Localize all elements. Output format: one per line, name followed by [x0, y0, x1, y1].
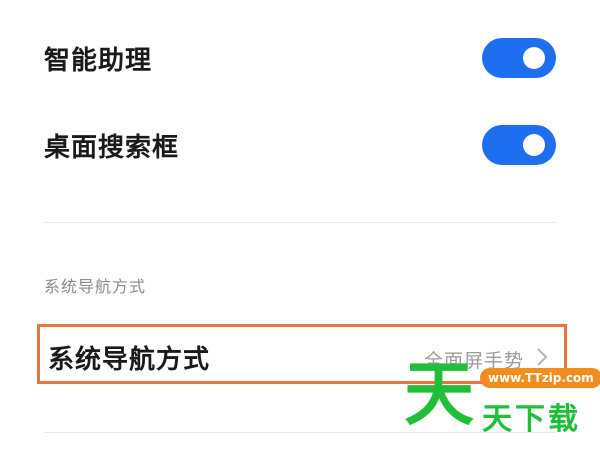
desktop-search-toggle[interactable]: [482, 125, 556, 165]
section-divider: [44, 222, 556, 223]
system-navigation-label: 系统导航方式: [48, 345, 211, 375]
toggle-knob: [523, 134, 545, 156]
watermark-big-char: 天: [404, 353, 474, 435]
setting-label: 智能助理: [44, 46, 153, 76]
setting-label: 桌面搜索框: [44, 133, 180, 163]
setting-row-desktop-search: 桌面搜索框: [44, 125, 556, 165]
watermark-text: 天下载: [482, 402, 581, 437]
watermark-url: www.TTzip.com: [480, 368, 600, 388]
watermark-logo: 天 www.TTzip.com 天下载: [404, 354, 600, 440]
setting-row-smart-assistant: 智能助理: [44, 38, 556, 78]
toggle-knob: [523, 47, 545, 69]
smart-assistant-toggle[interactable]: [482, 38, 556, 78]
section-header: 系统导航方式: [44, 277, 147, 296]
